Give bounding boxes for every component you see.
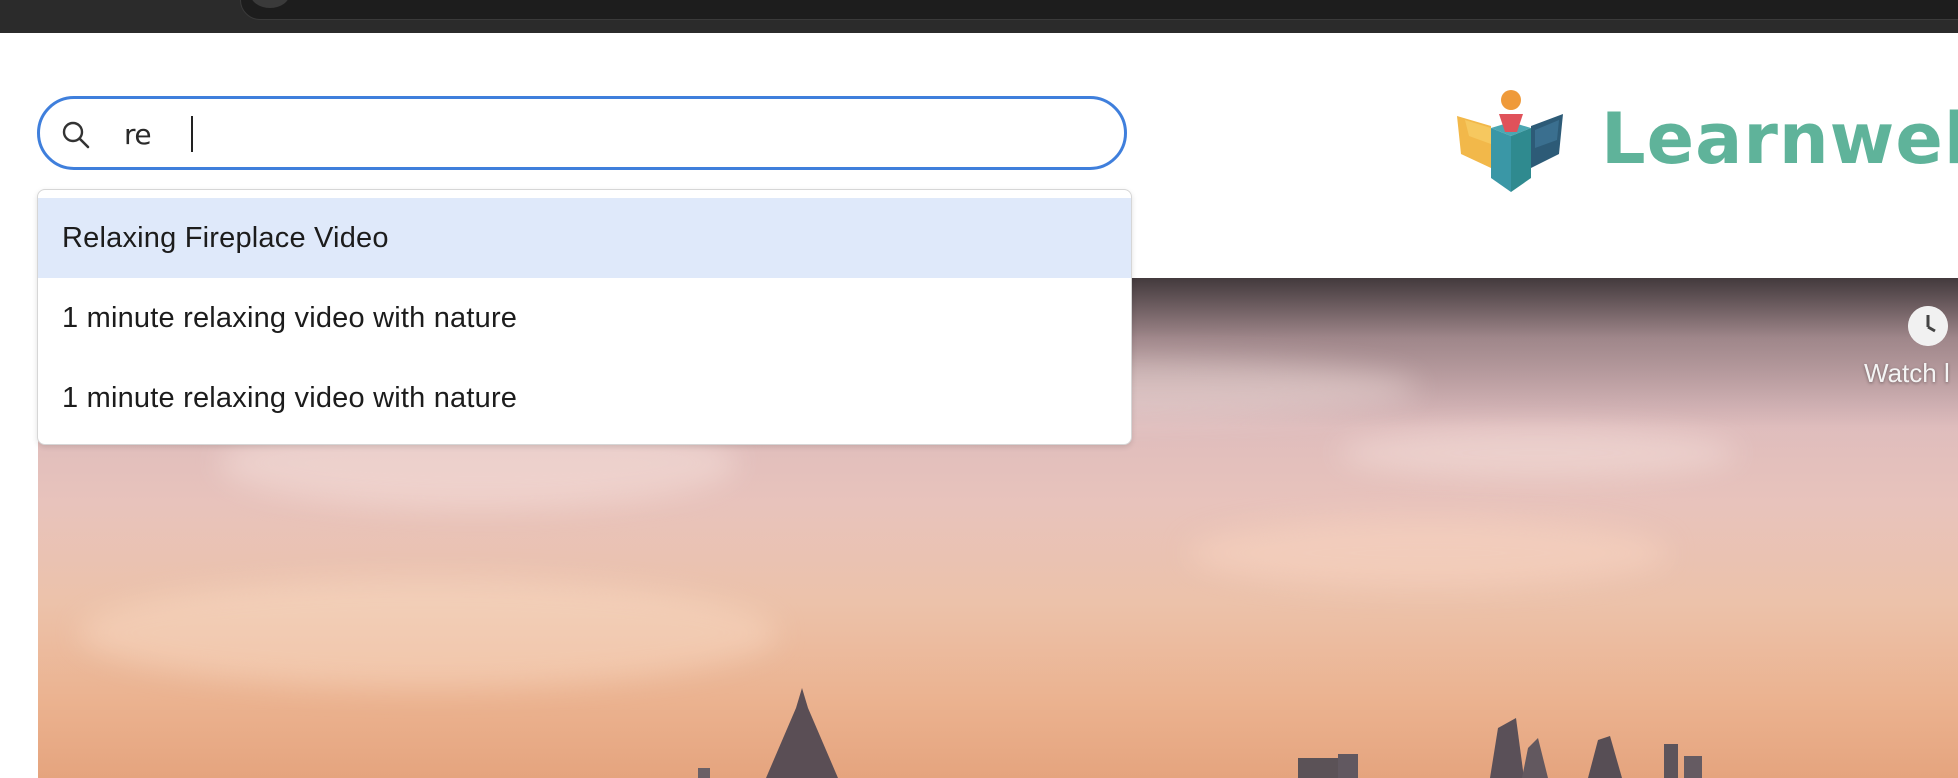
- city-skyline-image: [698, 688, 1702, 778]
- search-box[interactable]: [37, 96, 1127, 170]
- logo-cube-icon: [1457, 90, 1563, 192]
- suggestion-item[interactable]: 1 minute relaxing video with nature: [38, 358, 1131, 438]
- search-suggestions-dropdown: Relaxing Fireplace Video 1 minute relaxi…: [37, 189, 1132, 445]
- logo-text: Learnwell: [1601, 98, 1958, 180]
- browser-top-bar: [0, 0, 1958, 33]
- address-bar[interactable]: [240, 0, 1958, 20]
- clock-icon: [1908, 306, 1948, 346]
- learnwell-logo[interactable]: Learnwell: [1455, 88, 1958, 198]
- search-input[interactable]: [122, 113, 1086, 155]
- suggestion-item[interactable]: 1 minute relaxing video with nature: [38, 278, 1131, 358]
- text-caret: [191, 116, 193, 152]
- suggestion-item[interactable]: Relaxing Fireplace Video: [38, 198, 1131, 278]
- search-icon: [62, 121, 90, 149]
- watch-later-button[interactable]: Watch l: [1864, 306, 1958, 396]
- watch-later-label: Watch l: [1864, 358, 1950, 388]
